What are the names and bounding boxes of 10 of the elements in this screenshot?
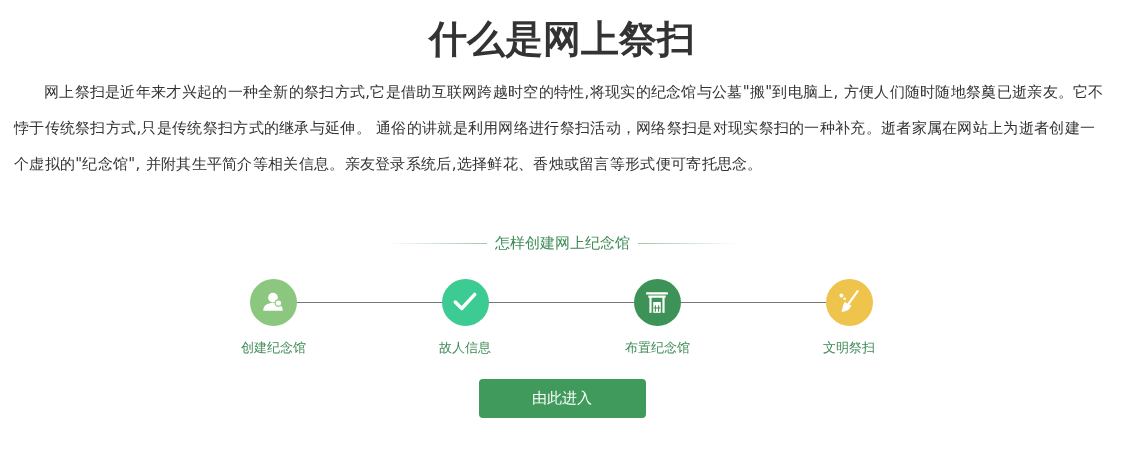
step-label: 布置纪念馆 <box>624 338 690 357</box>
step-label: 文明祭扫 <box>823 338 875 357</box>
step-label: 故人信息 <box>439 338 491 357</box>
section-title: 怎样创建网上纪念馆 <box>494 233 630 254</box>
intro-paragraph: 网上祭扫是近年来才兴起的一种全新的祭扫方式,它是借助互联网跨越时空的特性,将现实的纪念馆与公墓"搬"到电脑上, 方便人们随时随地祭奠已逝亲友。它不悖于传统祭扫方式,只是传统祭扫方式的继承与延伸。 通俗的讲就是利用网络进行祭扫活动，网络祭扫是对现实祭扫的一种补充。逝者家属在网站上为逝者创建一个虚拟的"纪念馆", 并附其生平简介等相关信息。亲友登录系统后,选择鲜花、香烛或留言等形式便可寄托思念。 <box>14 82 1105 175</box>
broom-icon <box>836 289 862 315</box>
page-title: 什么是网上祭扫 <box>429 16 695 63</box>
gate-icon <box>644 289 670 315</box>
enter-button[interactable]: 由此进入 <box>478 379 646 418</box>
step-label: 创建纪念馆 <box>240 338 306 357</box>
